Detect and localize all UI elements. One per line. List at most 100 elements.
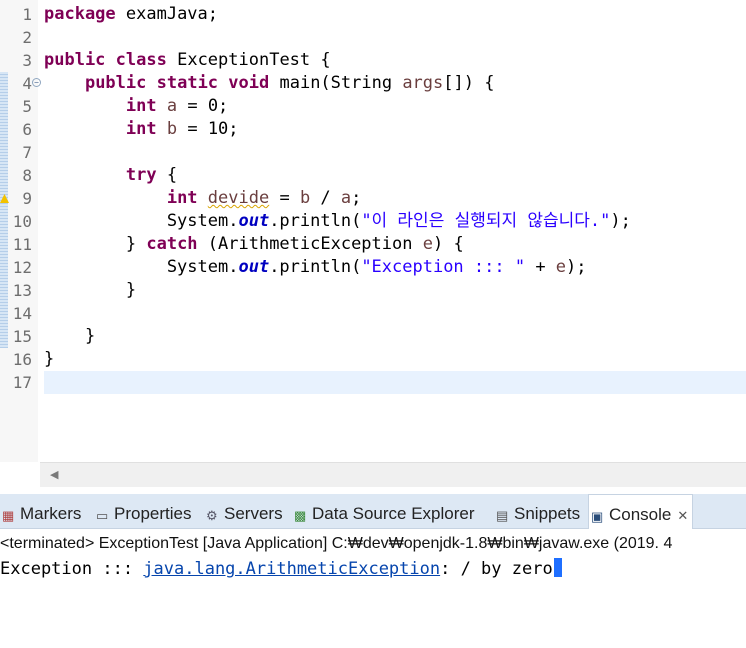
code-token: = 10;: [177, 119, 239, 139]
code-line[interactable]: 17: [0, 371, 746, 394]
code-editor[interactable]: 1 package examJava; 2 3 public class Excepti…: [0, 0, 746, 462]
code-text: try {: [44, 164, 177, 187]
code-token: }: [44, 280, 137, 300]
code-token: []) {: [443, 73, 495, 93]
code-line[interactable]: 15 }: [0, 325, 746, 348]
line-number: 7: [22, 143, 32, 162]
code-line[interactable]: 7: [0, 141, 746, 164]
code-line[interactable]: 3 public class ExceptionTest {: [0, 49, 746, 72]
scroll-left-arrow-icon[interactable]: ◀: [50, 468, 58, 481]
close-tab-icon[interactable]: ✕: [677, 508, 688, 523]
code-text: }: [44, 348, 54, 371]
warning-marker-icon[interactable]: [0, 194, 9, 203]
code-token: "Exception ::: ": [361, 257, 526, 277]
code-token: e: [555, 257, 567, 277]
code-token: System.: [44, 211, 239, 231]
code-line[interactable]: 12 System.out.println("Exception ::: " +…: [0, 256, 746, 279]
code-line[interactable]: 9 int devide = b / a;: [0, 187, 746, 210]
line-number: 1: [22, 5, 32, 24]
console-output-prefix: Exception :::: [0, 559, 144, 579]
code-line[interactable]: 1 package examJava;: [0, 3, 746, 26]
code-token: (ArithmeticException: [197, 234, 423, 254]
tab-servers[interactable]: ⚙ Servers: [204, 494, 285, 528]
properties-icon: ▭: [96, 508, 109, 523]
code-text: }: [44, 325, 95, 348]
code-token: int: [125, 96, 157, 116]
code-token: out: [238, 257, 270, 277]
code-text: int b = 10;: [44, 118, 239, 141]
code-token: .println(: [269, 257, 362, 277]
tab-label: Properties: [114, 504, 192, 523]
code-token: main(String: [269, 73, 403, 93]
tab-console[interactable]: ▣ Console ✕: [588, 494, 694, 530]
code-token: int: [125, 119, 157, 139]
code-text: public static void main(String args[]) {: [44, 72, 495, 95]
code-token: }: [44, 349, 55, 369]
code-token: {: [156, 165, 178, 185]
code-token: try: [125, 165, 157, 185]
code-token: }: [44, 326, 96, 346]
code-token: ;: [351, 188, 362, 208]
code-line[interactable]: 11 } catch (ArithmeticException e) {: [0, 233, 746, 256]
tab-label: Snippets: [514, 504, 581, 523]
console-output-suffix: : / by zero: [440, 559, 553, 579]
code-line[interactable]: 14: [0, 302, 746, 325]
code-token: void: [228, 73, 270, 93]
code-line[interactable]: 8 try {: [0, 164, 746, 187]
data-source-icon: ▩: [294, 508, 307, 523]
code-line[interactable]: 2: [0, 26, 746, 49]
line-number: 16: [12, 350, 32, 369]
code-token: ExceptionTest {: [166, 50, 331, 70]
view-tab-bar: ▦ Markers ▭ Properties ⚙ Servers ▩ Data Source …: [0, 494, 746, 530]
code-line[interactable]: 16}: [0, 348, 746, 371]
code-line[interactable]: 10 System.out.println("이 라인은 실행되지 않습니다."…: [0, 210, 746, 233]
console-view[interactable]: <terminated> ExceptionTest [Java Applica…: [0, 529, 746, 648]
horizontal-scrollbar[interactable]: ◀: [40, 462, 746, 487]
line-number: 13: [12, 281, 32, 300]
code-text: System.out.println("이 라인은 실행되지 않습니다.");: [44, 210, 631, 233]
code-text: } catch (ArithmeticException e) {: [44, 233, 464, 256]
code-token: b: [166, 119, 178, 139]
tab-label: Markers: [20, 504, 82, 523]
tab-data-source-explorer[interactable]: ▩ Data Source Explorer: [292, 494, 477, 528]
tab-markers[interactable]: ▦ Markers: [0, 494, 83, 528]
line-number: 8: [22, 166, 32, 185]
tab-snippets[interactable]: ▤ Snippets: [494, 494, 582, 528]
fold-toggle-icon[interactable]: −: [32, 78, 41, 87]
console-icon: ▣: [591, 509, 604, 524]
code-token: /: [310, 188, 341, 208]
code-token: int: [166, 188, 198, 208]
code-line[interactable]: 13 }: [0, 279, 746, 302]
code-token: +: [525, 257, 556, 277]
tab-properties[interactable]: ▭ Properties: [94, 494, 193, 528]
servers-icon: ⚙: [206, 508, 218, 523]
console-process-label: <terminated> ExceptionTest [Java Applica…: [0, 535, 673, 552]
code-text: int devide = b / a;: [44, 187, 362, 210]
text-cursor: [553, 558, 562, 577]
code-token: );: [610, 211, 631, 231]
code-line[interactable]: 5 int a = 0;: [0, 95, 746, 118]
code-token: public: [44, 50, 106, 70]
markers-icon: ▦: [2, 508, 15, 523]
code-lines: 1 package examJava; 2 3 public class Excepti…: [0, 3, 746, 394]
code-line[interactable]: 6 int b = 10;: [0, 118, 746, 141]
line-number: 3: [22, 51, 32, 70]
line-number: 10: [12, 212, 32, 231]
code-token: );: [566, 257, 587, 277]
line-number: 12: [12, 258, 32, 277]
code-token: ) {: [432, 234, 464, 254]
console-output: Exception ::: java.lang.ArithmeticExcept…: [0, 558, 562, 579]
code-token: b: [299, 188, 311, 208]
exception-link[interactable]: java.lang.ArithmeticException: [143, 559, 440, 579]
tab-label: Servers: [224, 504, 283, 523]
code-token: devide: [207, 188, 270, 208]
code-token: examJava;: [115, 4, 219, 24]
code-text: package examJava;: [44, 3, 218, 26]
code-line[interactable]: 4− public static void main(String args[]…: [0, 72, 746, 95]
